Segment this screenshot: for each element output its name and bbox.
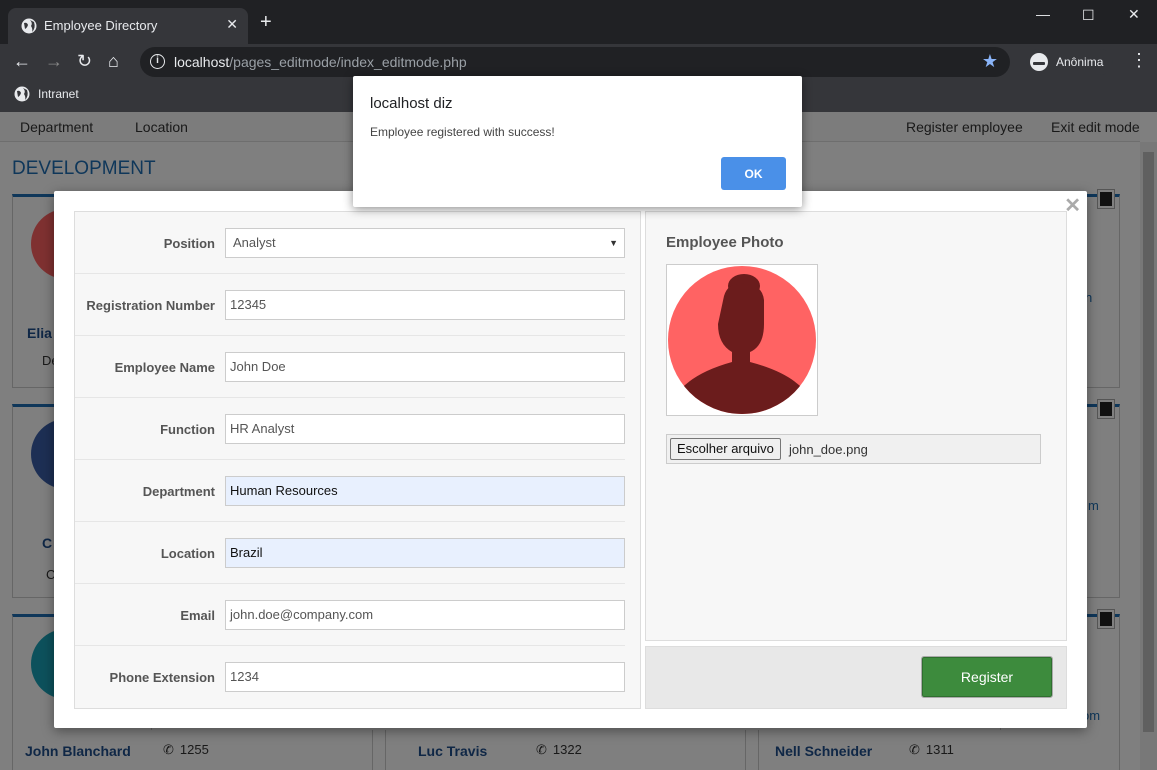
position-selected-value: Analyst [233, 235, 276, 250]
function-label: Function [160, 422, 215, 437]
phone-extension-label: Phone Extension [109, 670, 215, 685]
form-row-registration: Registration Number 12345 [75, 274, 625, 336]
home-icon[interactable]: ⌂ [108, 51, 119, 72]
bookmark-intranet[interactable]: Intranet [38, 87, 79, 101]
position-select[interactable]: Analyst ▼ [225, 228, 625, 258]
alert-title: localhost diz [370, 95, 453, 112]
reload-icon[interactable]: ↻ [77, 51, 92, 72]
minimize-icon[interactable]: — [1036, 6, 1050, 22]
register-button[interactable]: Register [921, 656, 1053, 698]
tab-close-icon[interactable]: ✕ [226, 16, 238, 33]
url-host: localhost [174, 54, 230, 70]
phone-extension-input[interactable]: 1234 [225, 662, 625, 692]
address-bar[interactable]: i localhost/pages_editmode/index_editmod… [140, 47, 1010, 77]
photo-panel: Employee Photo Escolher arquivo john_doe… [645, 211, 1067, 641]
incognito-profile-button[interactable]: Anônima [1026, 49, 1114, 75]
incognito-icon [1030, 53, 1048, 71]
tab-title: Employee Directory [44, 18, 158, 33]
selected-file-name: john_doe.png [789, 442, 868, 457]
browser-titlebar: Employee Directory ✕ + — ☐ ✕ [0, 0, 1157, 44]
site-info-icon[interactable]: i [150, 54, 165, 69]
photo-title: Employee Photo [666, 234, 784, 251]
function-input[interactable]: HR Analyst [225, 414, 625, 444]
form-row-department: Department Human Resources [75, 460, 625, 522]
form-row-phone: Phone Extension 1234 [75, 646, 625, 708]
email-label: Email [180, 608, 215, 623]
location-input[interactable]: Brazil [225, 538, 625, 568]
location-label: Location [160, 546, 215, 561]
form-row-position: Position Analyst ▼ [75, 212, 625, 274]
department-label: Department [142, 484, 215, 499]
email-field[interactable]: john.doe@company.com [225, 600, 625, 630]
globe-icon [21, 18, 37, 34]
register-employee-modal: ✕ Position Analyst ▼ Registration Number… [54, 191, 1087, 728]
bookmark-star-icon[interactable]: ★ [982, 51, 998, 72]
registration-number-input[interactable]: 12345 [225, 290, 625, 320]
action-panel: Register [645, 646, 1067, 709]
chevron-down-icon: ▼ [609, 238, 618, 248]
person-silhouette-icon [668, 266, 816, 414]
ok-button[interactable]: OK [721, 157, 786, 190]
employee-photo-preview [666, 264, 818, 416]
file-upload: Escolher arquivo john_doe.png [666, 434, 1041, 464]
window-close-icon[interactable]: ✕ [1128, 6, 1140, 23]
alert-dialog: localhost diz Employee registered with s… [353, 76, 802, 207]
employee-form: Position Analyst ▼ Registration Number 1… [74, 211, 641, 709]
forward-icon[interactable]: → [45, 51, 63, 72]
alert-message: Employee registered with success! [370, 125, 555, 139]
department-input[interactable]: Human Resources [225, 476, 625, 506]
globe-icon [14, 86, 30, 102]
choose-file-button[interactable]: Escolher arquivo [670, 438, 781, 460]
browser-menu-icon[interactable]: ⋮ [1130, 50, 1148, 71]
position-label: Position [163, 236, 215, 251]
url-path: /pages_editmode/index_editmode.php [229, 54, 467, 70]
browser-toolbar: ← → ↻ ⌂ i localhost/pages_editmode/index… [0, 44, 1157, 80]
back-icon[interactable]: ← [13, 51, 31, 72]
browser-tab[interactable]: Employee Directory ✕ [8, 8, 248, 44]
form-row-email: Email john.doe@company.com [75, 584, 625, 646]
employee-name-input[interactable]: John Doe [225, 352, 625, 382]
registration-number-label: Registration Number [86, 298, 215, 313]
new-tab-icon[interactable]: + [260, 12, 272, 32]
maximize-icon[interactable]: ☐ [1082, 7, 1095, 24]
form-row-name: Employee Name John Doe [75, 336, 625, 398]
profile-label: Anônima [1056, 55, 1104, 69]
form-row-location: Location Brazil [75, 522, 625, 584]
url-text: localhost/pages_editmode/index_editmode.… [174, 54, 467, 70]
form-row-function: Function HR Analyst [75, 398, 625, 460]
employee-name-label: Employee Name [114, 360, 215, 375]
